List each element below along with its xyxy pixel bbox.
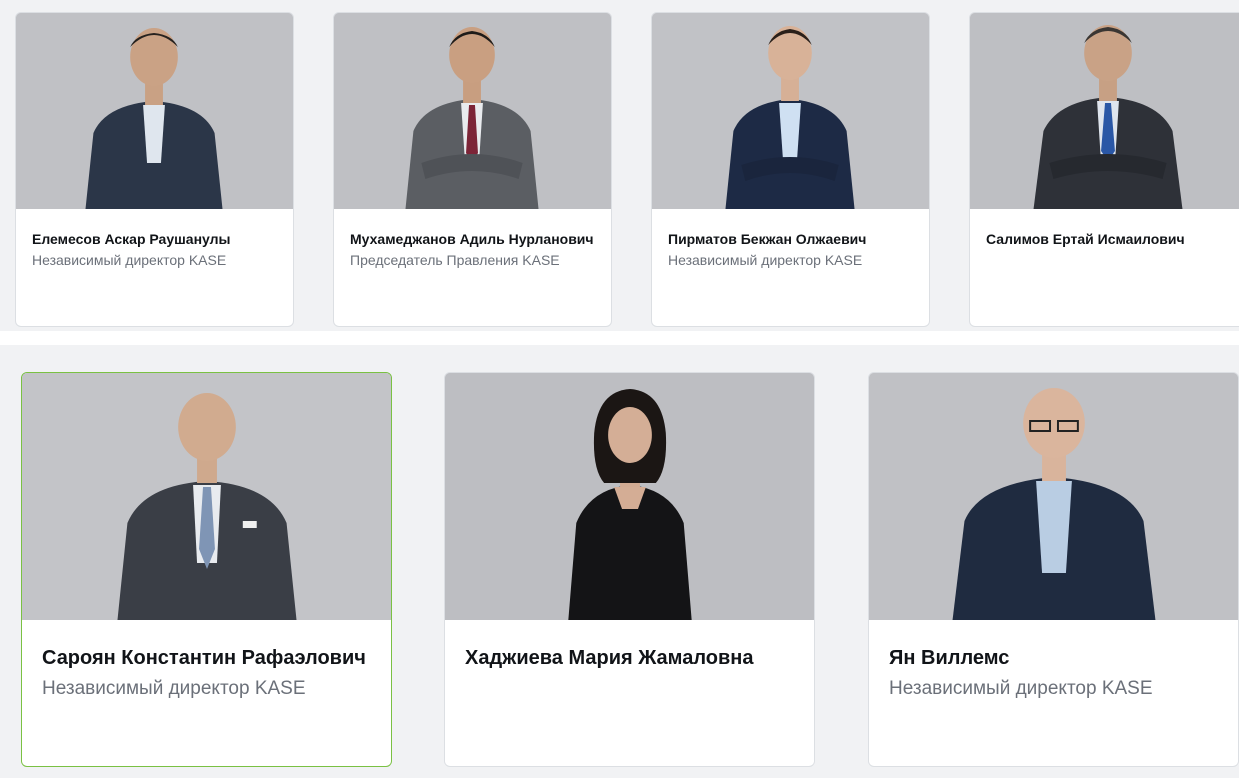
person-card-salimov[interactable]: Салимов Ертай Исмаилович: [969, 12, 1239, 327]
person-name: Хаджиева Мария Жамаловна: [465, 647, 754, 669]
person-photo: [869, 373, 1238, 620]
person-name: Сароян Константин Рафаэлович: [42, 647, 366, 669]
person-role: Председатель Правления KASE: [350, 252, 560, 268]
person-card-khadzhieva[interactable]: Хаджиева Мария Жамаловна: [444, 372, 815, 767]
person-card-willems[interactable]: Ян Виллемс Независимый директор KASE: [868, 372, 1239, 767]
person-photo: [16, 13, 293, 209]
person-name: Мухамеджанов Адиль Нурланович: [350, 231, 594, 247]
person-card-mukhamedzhanov[interactable]: Мухамеджанов Адиль Нурланович Председате…: [333, 12, 612, 327]
person-photo: [970, 13, 1239, 209]
person-name: Салимов Ертай Исмаилович: [986, 231, 1185, 247]
person-card-elemesov[interactable]: Елемесов Аскар Раушанулы Независимый дир…: [15, 12, 294, 327]
person-photo: [445, 373, 814, 620]
person-card-saroyan[interactable]: Сароян Константин Рафаэлович Независимый…: [21, 372, 392, 767]
person-name: Ян Виллемс: [889, 647, 1010, 669]
person-photo: [334, 13, 611, 209]
person-role: Независимый директор KASE: [889, 678, 1153, 699]
person-card-pirmatov[interactable]: Пирматов Бекжан Олжаевич Независимый дир…: [651, 12, 930, 327]
person-role: Независимый директор KASE: [668, 252, 863, 268]
person-name: Пирматов Бекжан Олжаевич: [668, 231, 867, 247]
person-name: Елемесов Аскар Раушанулы: [32, 231, 231, 247]
person-role: Независимый директор KASE: [42, 678, 306, 699]
person-photo: [652, 13, 929, 209]
person-role: Независимый директор KASE: [32, 252, 227, 268]
person-photo: [22, 373, 391, 620]
